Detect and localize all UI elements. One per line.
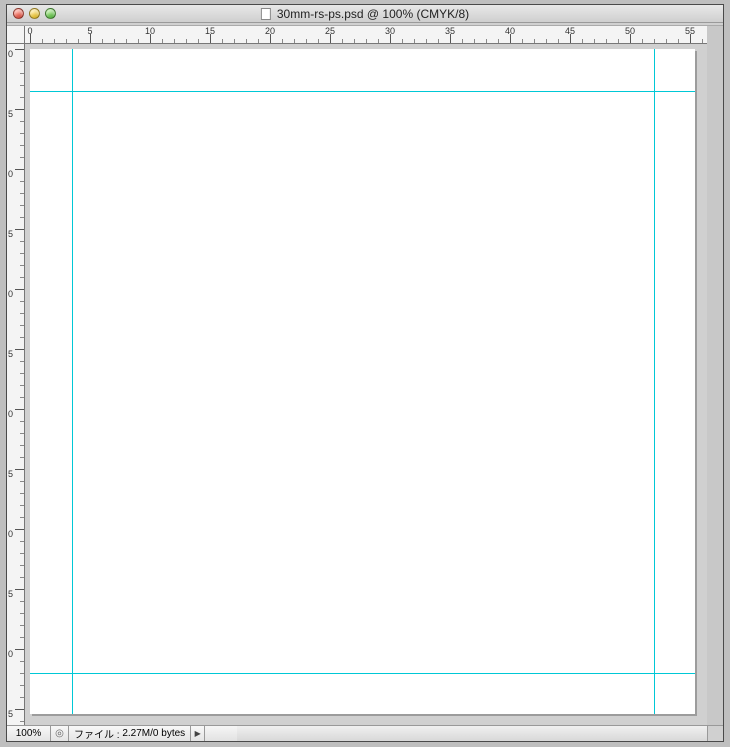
- document-icon: [261, 8, 271, 20]
- title-text: 30mm-rs-ps.psd @ 100% (CMYK/8): [277, 7, 469, 21]
- vertical-guide[interactable]: [654, 49, 655, 714]
- titlebar[interactable]: 30mm-rs-ps.psd @ 100% (CMYK/8): [7, 5, 723, 23]
- ruler-v-label: 5: [8, 470, 17, 478]
- ruler-v-label: 0: [8, 530, 17, 538]
- status-icon[interactable]: ◎: [51, 726, 69, 741]
- vertical-ruler[interactable]: 0505050505050: [7, 44, 25, 725]
- ruler-h-label: 40: [505, 26, 515, 36]
- close-button[interactable]: [13, 8, 24, 19]
- ruler-v-label: 0: [8, 290, 17, 298]
- ruler-h-label: 25: [325, 26, 335, 36]
- traffic-lights: [13, 8, 56, 19]
- document-window: 30mm-rs-ps.psd @ 100% (CMYK/8) 0 5 10 15 20 2…: [6, 4, 724, 742]
- ruler-h-label: 45: [565, 26, 575, 36]
- ruler-v-label: 0: [8, 650, 17, 658]
- ruler-h-label: 55: [685, 26, 695, 36]
- ruler-v-label: 0: [8, 170, 17, 178]
- file-size-field[interactable]: ファイル : 2.27M/0 bytes: [69, 726, 191, 741]
- resize-grip[interactable]: [707, 725, 723, 741]
- ruler-h-label: 15: [205, 26, 215, 36]
- status-menu-arrow[interactable]: ▶: [191, 726, 205, 741]
- ruler-v-label: 0: [8, 50, 17, 58]
- triangle-right-icon: ▶: [195, 729, 201, 738]
- zoom-field[interactable]: 100%: [7, 726, 51, 741]
- minimize-button[interactable]: [29, 8, 40, 19]
- horizontal-scrollbar[interactable]: [237, 725, 707, 741]
- vertical-guide[interactable]: [72, 49, 73, 714]
- ruler-h-label: 5: [87, 26, 92, 36]
- ruler-v-label: 5: [8, 590, 17, 598]
- zoom-value: 100%: [16, 728, 42, 739]
- file-label: ファイル :: [74, 726, 120, 741]
- ruler-h-label: 0: [27, 26, 32, 36]
- file-value: 2.27M/0 bytes: [122, 728, 185, 739]
- ruler-v-label: 5: [8, 110, 17, 118]
- ruler-h-label: 35: [445, 26, 455, 36]
- ruler-h-label: 50: [625, 26, 635, 36]
- status-bar: 100% ◎ ファイル : 2.27M/0 bytes ▶: [7, 725, 237, 741]
- horizontal-guide[interactable]: [30, 673, 695, 674]
- ruler-v-label: 5: [8, 230, 17, 238]
- zoom-button[interactable]: [45, 8, 56, 19]
- horizontal-guide[interactable]: [30, 91, 695, 92]
- ruler-h-label: 10: [145, 26, 155, 36]
- work-area: 0510152025303540455055 0505050505050 100…: [7, 26, 723, 741]
- ruler-h-label: 30: [385, 26, 395, 36]
- ruler-v-label: 0: [8, 410, 17, 418]
- ruler-v-label: 5: [8, 350, 17, 358]
- window-title: 30mm-rs-ps.psd @ 100% (CMYK/8): [261, 7, 469, 21]
- ruler-h-label: 20: [265, 26, 275, 36]
- ruler-origin[interactable]: [7, 26, 25, 44]
- ruler-v-label: 5: [8, 710, 17, 718]
- horizontal-ruler[interactable]: 0 5 10 15 20 25 30 35 40 45 50 55: [25, 26, 707, 44]
- canvas-viewport[interactable]: [25, 44, 707, 725]
- canvas[interactable]: [30, 49, 695, 714]
